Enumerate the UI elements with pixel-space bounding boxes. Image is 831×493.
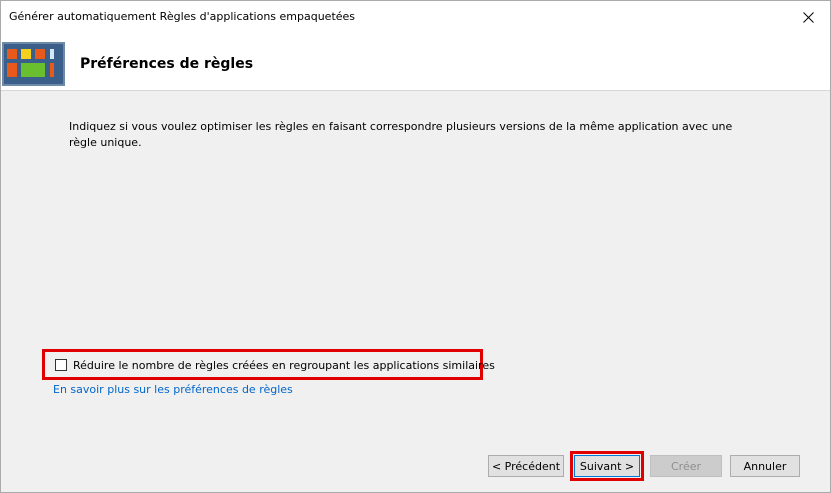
window-title: Générer automatiquement Règles d'applica… [9, 10, 356, 23]
close-icon [802, 12, 814, 23]
previous-button[interactable]: < Précédent [488, 455, 564, 477]
reduce-rules-label[interactable]: Réduire le nombre de règles créées en re… [73, 359, 495, 372]
description-text: Indiquez si vous voulez optimiser les rè… [69, 120, 733, 149]
app-rules-icon [2, 42, 65, 86]
close-button[interactable] [786, 1, 830, 34]
cancel-button[interactable]: Annuler [730, 455, 800, 477]
reduce-rules-checkbox[interactable] [55, 359, 67, 371]
title-bar: Générer automatiquement Règles d'applica… [1, 1, 830, 34]
page-title: Préférences de règles [80, 56, 254, 72]
dialog-window: Générer automatiquement Règles d'applica… [0, 0, 831, 493]
reduce-rules-option[interactable]: Réduire le nombre de règles créées en re… [55, 357, 495, 373]
wizard-header: Préférences de règles [1, 34, 830, 91]
create-button: Créer [650, 455, 722, 477]
next-button[interactable]: Suivant > [574, 455, 640, 477]
learn-more-link[interactable]: En savoir plus sur les préférences de rè… [53, 383, 293, 396]
